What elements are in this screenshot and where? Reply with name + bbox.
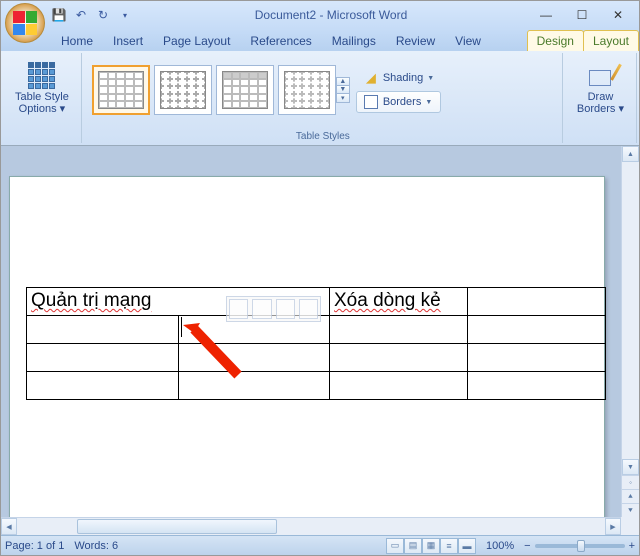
cell[interactable] [330,316,468,344]
cell[interactable] [468,372,606,400]
document-area: Dr Bor Quản trị mạng Xóa dòng kẻ [1,146,639,535]
group-label-table-styles: Table Styles [84,131,562,142]
view-draft-button[interactable]: ▬ [458,538,476,554]
tab-mailings[interactable]: Mailings [322,30,386,51]
ribbon-tabs: Home Insert Page Layout References Maili… [1,29,639,51]
scroll-left-button[interactable]: ◀ [1,518,17,535]
office-button[interactable] [5,3,45,43]
save-icon[interactable]: 💾 [51,7,67,23]
scroll-corner [621,517,639,535]
style-thumb-1[interactable] [92,65,150,115]
zoom-thumb[interactable] [577,540,585,552]
cell[interactable] [178,372,330,400]
document-page[interactable]: Quản trị mạng Xóa dòng kẻ [9,176,605,535]
borders-icon [363,94,379,110]
scroll-up-button[interactable]: ▲ [622,146,639,162]
group-table-style-options: Table Style Options ▾ [3,53,82,143]
next-page-button[interactable]: ⯆ [622,503,639,517]
table-styles-gallery: ▲ ▼ ▾ Shading ▼ Borders ▼ [90,55,556,125]
zoom-level[interactable]: 100% [486,540,514,552]
zoom-slider: − + [524,540,635,552]
window-controls: — ☐ ✕ [529,5,635,25]
tab-page-layout[interactable]: Page Layout [153,30,240,51]
view-outline-button[interactable]: ≡ [440,538,458,554]
text-cursor [181,317,182,337]
status-bar: Page: 1 of 1 Words: 6 ▭ ▤ ▦ ≡ ▬ 100% − + [1,535,639,555]
pen-table-icon [584,59,616,91]
style-thumb-4[interactable] [278,65,336,115]
style-thumb-2[interactable] [154,65,212,115]
cell[interactable] [330,344,468,372]
table-row[interactable] [27,372,606,400]
scroll-thumb[interactable] [77,519,277,534]
prev-page-button[interactable]: ⯅ [622,489,639,503]
cell[interactable] [468,316,606,344]
tab-references[interactable]: References [240,30,321,51]
group-draw-borders: Draw Borders ▾ [565,53,637,143]
group-table-styles: ▲ ▼ ▾ Shading ▼ Borders ▼ Table Styles [84,53,563,143]
status-words[interactable]: Words: 6 [74,540,118,552]
scroll-down-button[interactable]: ▼ [622,459,639,475]
zoom-track[interactable] [535,544,625,548]
borders-button[interactable]: Borders ▼ [356,91,441,113]
quick-access-toolbar: 💾 ↶ ↻ ▾ [51,7,133,23]
view-buttons: ▭ ▤ ▦ ≡ ▬ [386,538,476,554]
cell[interactable] [178,344,330,372]
view-full-screen-button[interactable]: ▤ [404,538,422,554]
table-row[interactable] [27,344,606,372]
status-page[interactable]: Page: 1 of 1 [5,540,64,552]
window-title: Document2 - Microsoft Word [133,8,529,22]
tab-insert[interactable]: Insert [103,30,153,51]
browse-object-button[interactable]: ◦ [622,475,639,489]
view-print-layout-button[interactable]: ▭ [386,538,404,554]
scroll-track[interactable] [17,518,605,535]
gallery-more-button[interactable]: ▾ [337,94,349,102]
vertical-scrollbar[interactable]: ▲ ▼ ◦ ⯅ ⯆ [621,146,639,517]
tab-layout[interactable]: Layout [583,30,639,51]
minimize-button[interactable]: — [529,5,563,25]
bucket-icon [363,70,379,86]
horizontal-scrollbar[interactable]: ◀ ▶ [1,517,621,535]
close-button[interactable]: ✕ [601,5,635,25]
style-thumb-3[interactable] [216,65,274,115]
paste-options-overlay[interactable] [226,296,321,322]
gallery-up-button[interactable]: ▲ [337,78,349,86]
tab-view[interactable]: View [445,30,491,51]
ribbon: Table Style Options ▾ ▲ ▼ ▾ Shading ▼ [1,51,639,146]
draw-borders-button[interactable]: Draw Borders ▾ [571,55,630,119]
cell[interactable] [468,344,606,372]
shading-button[interactable]: Shading ▼ [356,67,441,89]
redo-icon[interactable]: ↻ [95,7,111,23]
cell[interactable] [27,316,179,344]
cell-c1[interactable]: Xóa dòng kẻ [330,288,468,316]
office-logo-icon [13,11,37,35]
cell[interactable] [27,372,179,400]
qat-dropdown-icon[interactable]: ▾ [117,7,133,23]
zoom-in-button[interactable]: + [629,540,635,552]
title-bar: 💾 ↶ ↻ ▾ Document2 - Microsoft Word — ☐ ✕ [1,1,639,29]
view-web-button[interactable]: ▦ [422,538,440,554]
tab-review[interactable]: Review [386,30,445,51]
chevron-down-icon: ▼ [425,99,432,106]
gallery-down-button[interactable]: ▼ [337,86,349,94]
chevron-down-icon: ▼ [427,75,434,82]
zoom-out-button[interactable]: − [524,540,530,552]
tab-design[interactable]: Design [527,30,584,51]
scroll-right-button[interactable]: ▶ [605,518,621,535]
undo-icon[interactable]: ↶ [73,7,89,23]
gallery-scroll: ▲ ▼ ▾ [336,77,350,103]
tab-home[interactable]: Home [51,30,103,51]
cell-d1[interactable] [468,288,606,316]
cell[interactable] [27,344,179,372]
table-icon [26,59,58,91]
table-style-options-button[interactable]: Table Style Options ▾ [9,55,75,119]
scroll-track[interactable] [622,162,639,459]
maximize-button[interactable]: ☐ [565,5,599,25]
cell[interactable] [330,372,468,400]
